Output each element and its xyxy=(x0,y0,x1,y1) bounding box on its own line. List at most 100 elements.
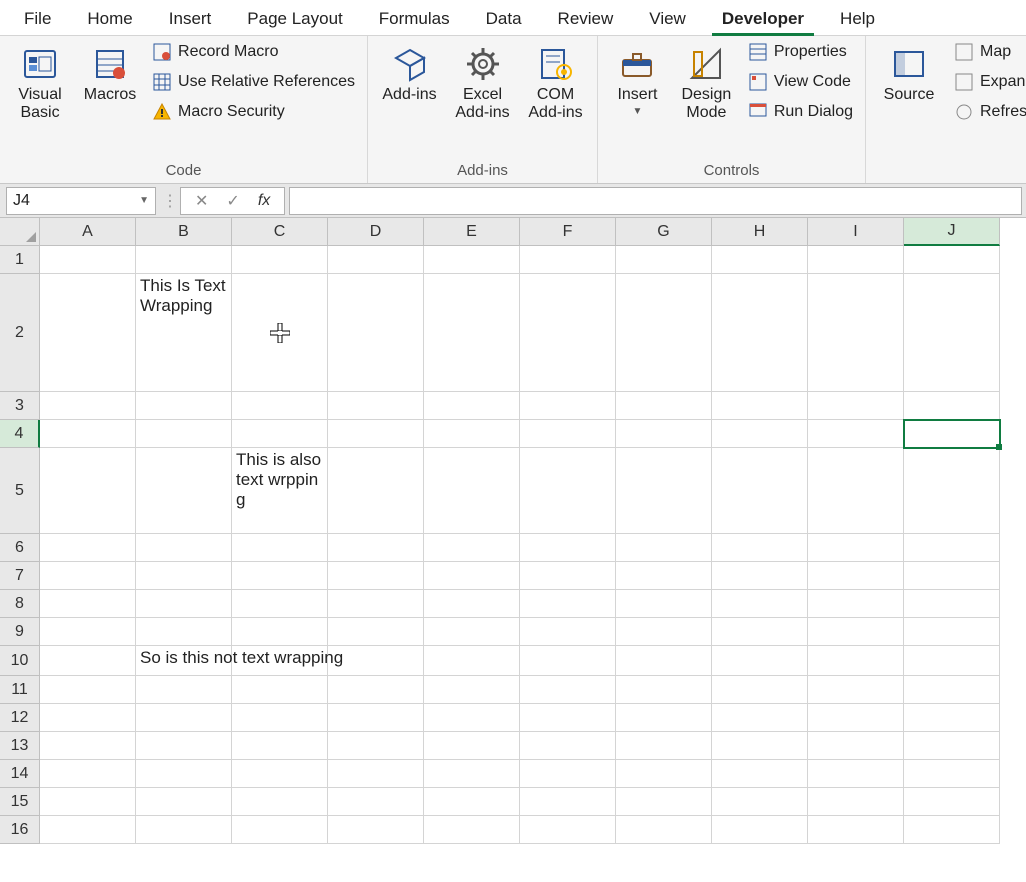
cell-G15[interactable] xyxy=(616,788,712,816)
cell-D9[interactable] xyxy=(328,618,424,646)
use-relative-references-button[interactable]: Use Relative References xyxy=(148,70,359,94)
excel-addins-button[interactable]: Excel Add-ins xyxy=(449,40,516,127)
cell-I11[interactable] xyxy=(808,676,904,704)
cell-A16[interactable] xyxy=(40,816,136,844)
macros-button[interactable]: Macros xyxy=(78,40,142,108)
cell-D2[interactable] xyxy=(328,274,424,392)
properties-button[interactable]: Properties xyxy=(744,40,857,64)
record-macro-button[interactable]: Record Macro xyxy=(148,40,359,64)
column-header-F[interactable]: F xyxy=(520,218,616,246)
cell-F10[interactable] xyxy=(520,646,616,676)
cell-J11[interactable] xyxy=(904,676,1000,704)
cell-D11[interactable] xyxy=(328,676,424,704)
visual-basic-button[interactable]: Visual Basic xyxy=(8,40,72,127)
cell-A11[interactable] xyxy=(40,676,136,704)
cell-B6[interactable] xyxy=(136,534,232,562)
cell-F16[interactable] xyxy=(520,816,616,844)
cell-D16[interactable] xyxy=(328,816,424,844)
cell-I13[interactable] xyxy=(808,732,904,760)
cell-F1[interactable] xyxy=(520,246,616,274)
cell-B12[interactable] xyxy=(136,704,232,732)
tab-review[interactable]: Review xyxy=(540,3,632,35)
tab-help[interactable]: Help xyxy=(822,3,893,35)
cell-G1[interactable] xyxy=(616,246,712,274)
cell-F6[interactable] xyxy=(520,534,616,562)
tab-file[interactable]: File xyxy=(6,3,69,35)
cell-G12[interactable] xyxy=(616,704,712,732)
cell-D6[interactable] xyxy=(328,534,424,562)
cell-H2[interactable] xyxy=(712,274,808,392)
cell-I9[interactable] xyxy=(808,618,904,646)
tab-home[interactable]: Home xyxy=(69,3,150,35)
cell-G5[interactable] xyxy=(616,448,712,534)
row-header-16[interactable]: 16 xyxy=(0,816,40,844)
cell-I7[interactable] xyxy=(808,562,904,590)
cell-F12[interactable] xyxy=(520,704,616,732)
cell-F7[interactable] xyxy=(520,562,616,590)
cell-C8[interactable] xyxy=(232,590,328,618)
cell-C7[interactable] xyxy=(232,562,328,590)
row-header-14[interactable]: 14 xyxy=(0,760,40,788)
cell-A9[interactable] xyxy=(40,618,136,646)
cell-E1[interactable] xyxy=(424,246,520,274)
cell-G3[interactable] xyxy=(616,392,712,420)
cell-E4[interactable] xyxy=(424,420,520,448)
cell-D1[interactable] xyxy=(328,246,424,274)
cell-J12[interactable] xyxy=(904,704,1000,732)
name-box[interactable]: J4 ▼ xyxy=(6,187,156,215)
cell-B5[interactable] xyxy=(136,448,232,534)
row-header-1[interactable]: 1 xyxy=(0,246,40,274)
cell-J13[interactable] xyxy=(904,732,1000,760)
row-header-8[interactable]: 8 xyxy=(0,590,40,618)
xml-source-button[interactable]: Source xyxy=(874,40,944,108)
cell-J10[interactable] xyxy=(904,646,1000,676)
chevron-down-icon[interactable]: ▼ xyxy=(139,195,149,206)
cell-G11[interactable] xyxy=(616,676,712,704)
cell-D15[interactable] xyxy=(328,788,424,816)
cell-F11[interactable] xyxy=(520,676,616,704)
cell-J3[interactable] xyxy=(904,392,1000,420)
cell-E15[interactable] xyxy=(424,788,520,816)
cell-C13[interactable] xyxy=(232,732,328,760)
cell-A12[interactable] xyxy=(40,704,136,732)
view-code-button[interactable]: View Code xyxy=(744,70,857,94)
cell-E16[interactable] xyxy=(424,816,520,844)
com-addins-button[interactable]: COM Add-ins xyxy=(522,40,589,127)
cell-I10[interactable] xyxy=(808,646,904,676)
column-header-C[interactable]: C xyxy=(232,218,328,246)
cell-A15[interactable] xyxy=(40,788,136,816)
cell-I4[interactable] xyxy=(808,420,904,448)
cell-F9[interactable] xyxy=(520,618,616,646)
cell-A6[interactable] xyxy=(40,534,136,562)
run-dialog-button[interactable]: Run Dialog xyxy=(744,100,857,124)
cell-A8[interactable] xyxy=(40,590,136,618)
column-header-E[interactable]: E xyxy=(424,218,520,246)
cell-C15[interactable] xyxy=(232,788,328,816)
select-all-corner[interactable] xyxy=(0,218,40,246)
cell-H13[interactable] xyxy=(712,732,808,760)
cell-E12[interactable] xyxy=(424,704,520,732)
cell-H16[interactable] xyxy=(712,816,808,844)
cell-E14[interactable] xyxy=(424,760,520,788)
column-header-D[interactable]: D xyxy=(328,218,424,246)
cell-F2[interactable] xyxy=(520,274,616,392)
cell-C12[interactable] xyxy=(232,704,328,732)
addins-button[interactable]: Add-ins xyxy=(376,40,443,108)
cell-E9[interactable] xyxy=(424,618,520,646)
cell-B11[interactable] xyxy=(136,676,232,704)
cell-C2[interactable] xyxy=(232,274,328,392)
cell-H8[interactable] xyxy=(712,590,808,618)
cell-B9[interactable] xyxy=(136,618,232,646)
cell-H5[interactable] xyxy=(712,448,808,534)
row-header-9[interactable]: 9 xyxy=(0,618,40,646)
row-header-10[interactable]: 10 xyxy=(0,646,40,676)
cell-A3[interactable] xyxy=(40,392,136,420)
tab-formulas[interactable]: Formulas xyxy=(361,3,468,35)
cell-J8[interactable] xyxy=(904,590,1000,618)
cell-D12[interactable] xyxy=(328,704,424,732)
cell-B3[interactable] xyxy=(136,392,232,420)
cell-F13[interactable] xyxy=(520,732,616,760)
cell-I12[interactable] xyxy=(808,704,904,732)
cell-D8[interactable] xyxy=(328,590,424,618)
cell-J6[interactable] xyxy=(904,534,1000,562)
